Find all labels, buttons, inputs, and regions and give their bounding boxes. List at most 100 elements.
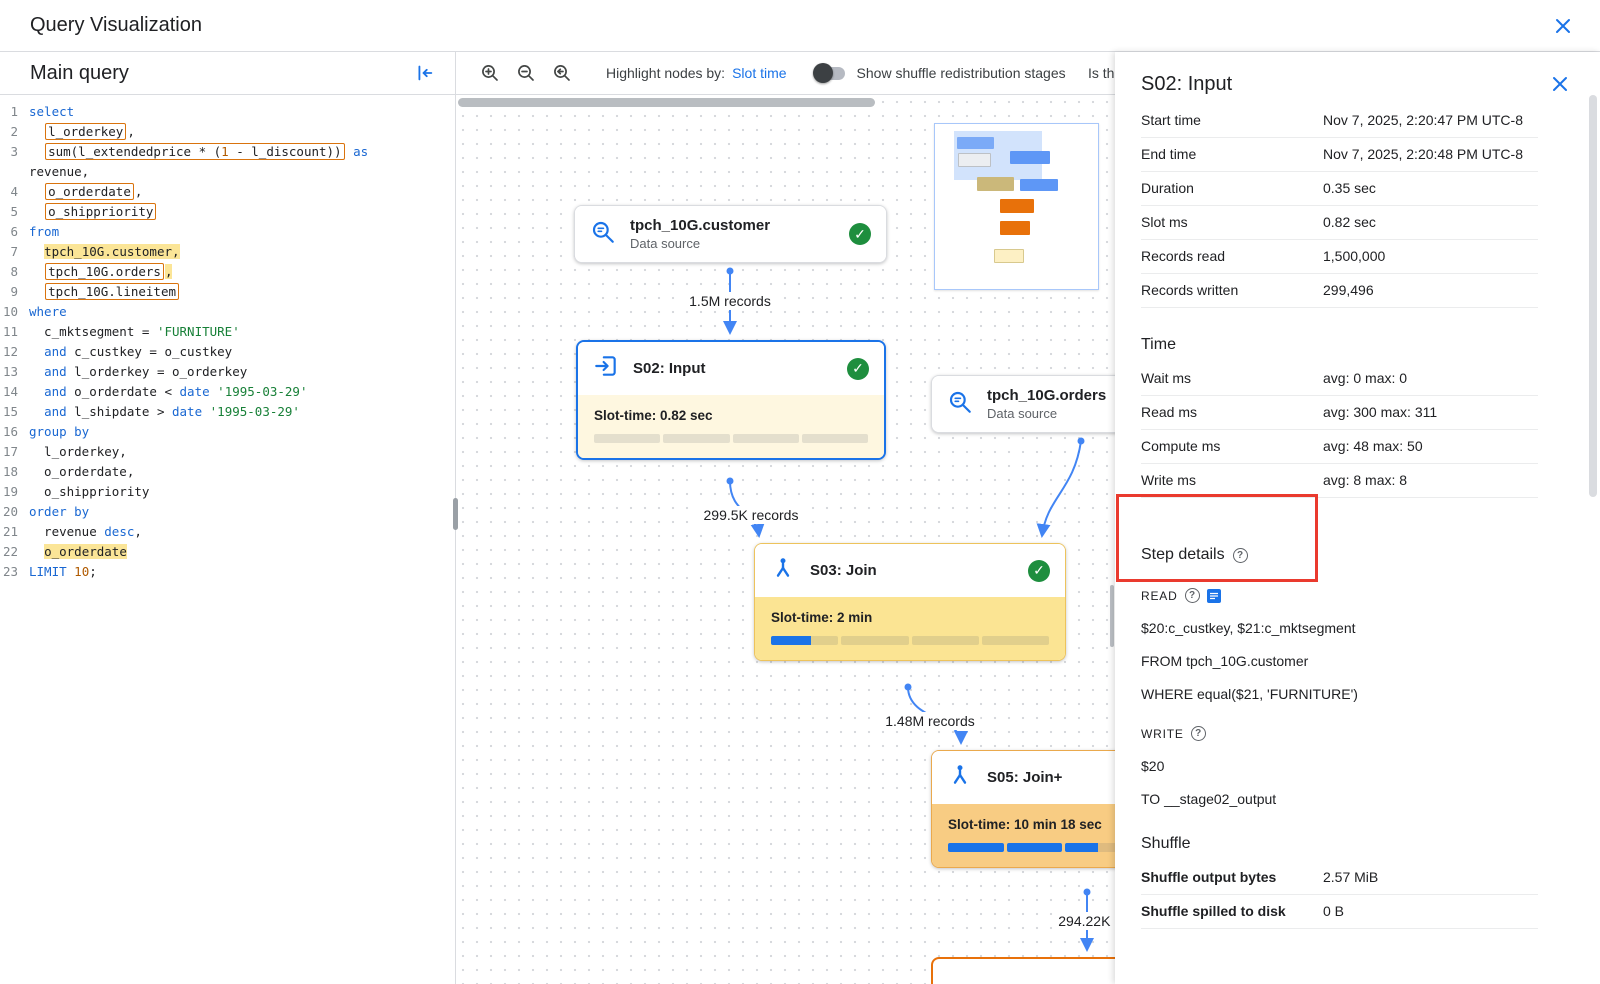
step-details-header: Step details ? (1141, 546, 1538, 564)
zoom-reset-icon (552, 63, 572, 83)
minimap-bar (1010, 151, 1050, 164)
page-title: Query Visualization (30, 14, 202, 37)
detail-label: Records written (1141, 280, 1323, 301)
slot-time-text: Slot-time: 10 min 18 sec (948, 817, 1115, 832)
main-query-header: Main query (0, 52, 455, 95)
input-icon (593, 353, 619, 384)
graph-column: Highlight nodes by: Slot time Show shuff… (456, 52, 1115, 984)
help-icon[interactable]: ? (1185, 588, 1200, 603)
code-line: 1select (0, 102, 455, 122)
graph-node-s03[interactable]: S03: Join✓Slot-time: 2 min (754, 543, 1066, 661)
edge-record-count: 294.22K rec (1052, 912, 1115, 930)
detail-value: 0.35 sec (1323, 178, 1538, 199)
main-query-title: Main query (30, 62, 129, 85)
help-icon[interactable]: ? (1233, 548, 1248, 563)
details-header: S02: Input (1115, 52, 1600, 104)
execution-graph-canvas[interactable]: tpch_10G.customerData source✓ S02: Input ✓… (456, 95, 1115, 984)
detail-value: Nov 7, 2025, 2:20:48 PM UTC-8 (1323, 144, 1538, 165)
panel-scrollbar[interactable] (1589, 95, 1597, 497)
detail-value: 0.82 sec (1323, 212, 1538, 233)
code-line: 16group by (0, 422, 455, 442)
detail-value: 0 B (1323, 901, 1538, 922)
graph-node-customer[interactable]: tpch_10G.customerData source✓ (574, 205, 887, 263)
code-line: 18 o_orderdate, (0, 462, 455, 482)
code-line: 20order by (0, 502, 455, 522)
write-to: TO __stage02_output (1141, 791, 1538, 807)
highlight-mode-select[interactable]: Slot time (732, 65, 786, 81)
toggle-knob (813, 63, 833, 83)
node-title: S02: Input (633, 360, 706, 377)
detail-label: Wait ms (1141, 368, 1323, 389)
shuffle-stats-table: Shuffle output bytes2.57 MiB Shuffle spil… (1141, 861, 1538, 929)
query-visualization-app: Query Visualization Main query 1select2 … (0, 0, 1600, 984)
success-check-icon: ✓ (849, 223, 871, 245)
collapse-panel-button[interactable] (411, 60, 437, 86)
detail-value: 2.57 MiB (1323, 867, 1538, 888)
code-line: 9 tpch_10G.lineitem (0, 282, 455, 302)
zoom-out-button[interactable] (514, 61, 538, 85)
detail-row: Read msavg: 300 max: 311 (1141, 396, 1538, 430)
code-line: 22 o_orderdate (0, 542, 455, 562)
code-line: 17 l_orderkey, (0, 442, 455, 462)
graph-node-s06[interactable] (931, 957, 1115, 984)
success-check-icon: ✓ (847, 358, 869, 380)
code-line: 7 tpch_10G.customer, (0, 242, 455, 262)
sql-editor[interactable]: 1select2 l_orderkey,3 sum(l_extendedpric… (0, 95, 455, 582)
graph-node-orders[interactable]: tpch_10G.orders Data source (931, 375, 1115, 433)
detail-value: avg: 0 max: 0 (1323, 368, 1538, 389)
main-query-panel: Main query 1select2 l_orderkey,3 sum(l_e… (0, 52, 456, 984)
read-from: FROM tpch_10G.customer (1141, 653, 1538, 669)
graph-toolbar: Highlight nodes by: Slot time Show shuff… (456, 52, 1115, 95)
detail-value: 1,500,000 (1323, 246, 1538, 267)
code-line: 14 and o_orderdate < date '1995-03-29' (0, 382, 455, 402)
highlighted-token-box: tpch_10G.lineitem (45, 283, 179, 300)
shuffle-stages-toggle[interactable] (815, 67, 845, 80)
highlight-nodes-label: Highlight nodes by: (606, 65, 725, 81)
graph-node-s05[interactable]: S05: Join+Slot-time: 10 min 18 sec (931, 750, 1115, 868)
time-stats-table: Wait msavg: 0 max: 0 Read msavg: 300 max:… (1141, 362, 1538, 498)
detail-row: Shuffle output bytes2.57 MiB (1141, 861, 1538, 895)
close-visualization-button[interactable] (1550, 13, 1576, 39)
stage-stats-table: Start timeNov 7, 2025, 2:20:47 PM UTC-8E… (1141, 104, 1538, 308)
panel-resize-handle[interactable] (453, 498, 458, 530)
code-line: 12 and c_custkey = o_custkey (0, 342, 455, 362)
graph-minimap[interactable] (934, 123, 1099, 290)
node-title: tpch_10G.orders (987, 387, 1106, 404)
detail-row: Records read1,500,000 (1141, 240, 1538, 274)
detail-row: Write msavg: 8 max: 8 (1141, 464, 1538, 498)
detail-value: avg: 8 max: 8 (1323, 470, 1538, 491)
time-section-title: Time (1141, 336, 1538, 354)
details-title: S02: Input (1141, 73, 1232, 96)
columns-icon (1207, 589, 1221, 603)
detail-row: Compute msavg: 48 max: 50 (1141, 430, 1538, 464)
detail-label: Slot ms (1141, 212, 1323, 233)
code-line: 15 and l_shipdate > date '1995-03-29' (0, 402, 455, 422)
graph-node-s02[interactable]: S02: Input✓Slot-time: 0.82 sec (576, 340, 886, 460)
horizontal-scrollbar[interactable] (458, 98, 875, 107)
detail-label: Shuffle spilled to disk (1141, 901, 1323, 922)
edge-record-count: 1.48M records (879, 712, 980, 730)
minimap-bar (1020, 179, 1058, 191)
read-columns: $20:c_custkey, $21:c_mktsegment (1141, 620, 1538, 636)
highlighted-token-box: tpch_10G.orders (45, 263, 164, 280)
zoom-in-button[interactable] (478, 61, 502, 85)
read-section-header: READ ? (1141, 588, 1538, 603)
detail-label: Records read (1141, 246, 1323, 267)
canvas-vertical-scrollbar[interactable] (1110, 585, 1114, 647)
zoom-reset-button[interactable] (550, 61, 574, 85)
node-title: S03: Join (810, 562, 877, 579)
detail-label: Duration (1141, 178, 1323, 199)
node-subtitle: Data source (987, 406, 1106, 421)
code-line: 19 o_shippriority (0, 482, 455, 502)
code-line: 8 tpch_10G.orders, (0, 262, 455, 282)
edge-record-count: 1.5M records (683, 292, 777, 310)
help-icon[interactable]: ? (1191, 726, 1206, 741)
minimap-bar (958, 153, 991, 167)
detail-value: avg: 300 max: 311 (1323, 402, 1538, 423)
join-icon (947, 762, 973, 793)
code-line: 23LIMIT 10; (0, 562, 455, 582)
collapse-left-icon (413, 62, 435, 84)
code-line: 6from (0, 222, 455, 242)
highlighted-token-box: l_orderkey (45, 123, 126, 140)
close-details-button[interactable] (1548, 72, 1572, 96)
